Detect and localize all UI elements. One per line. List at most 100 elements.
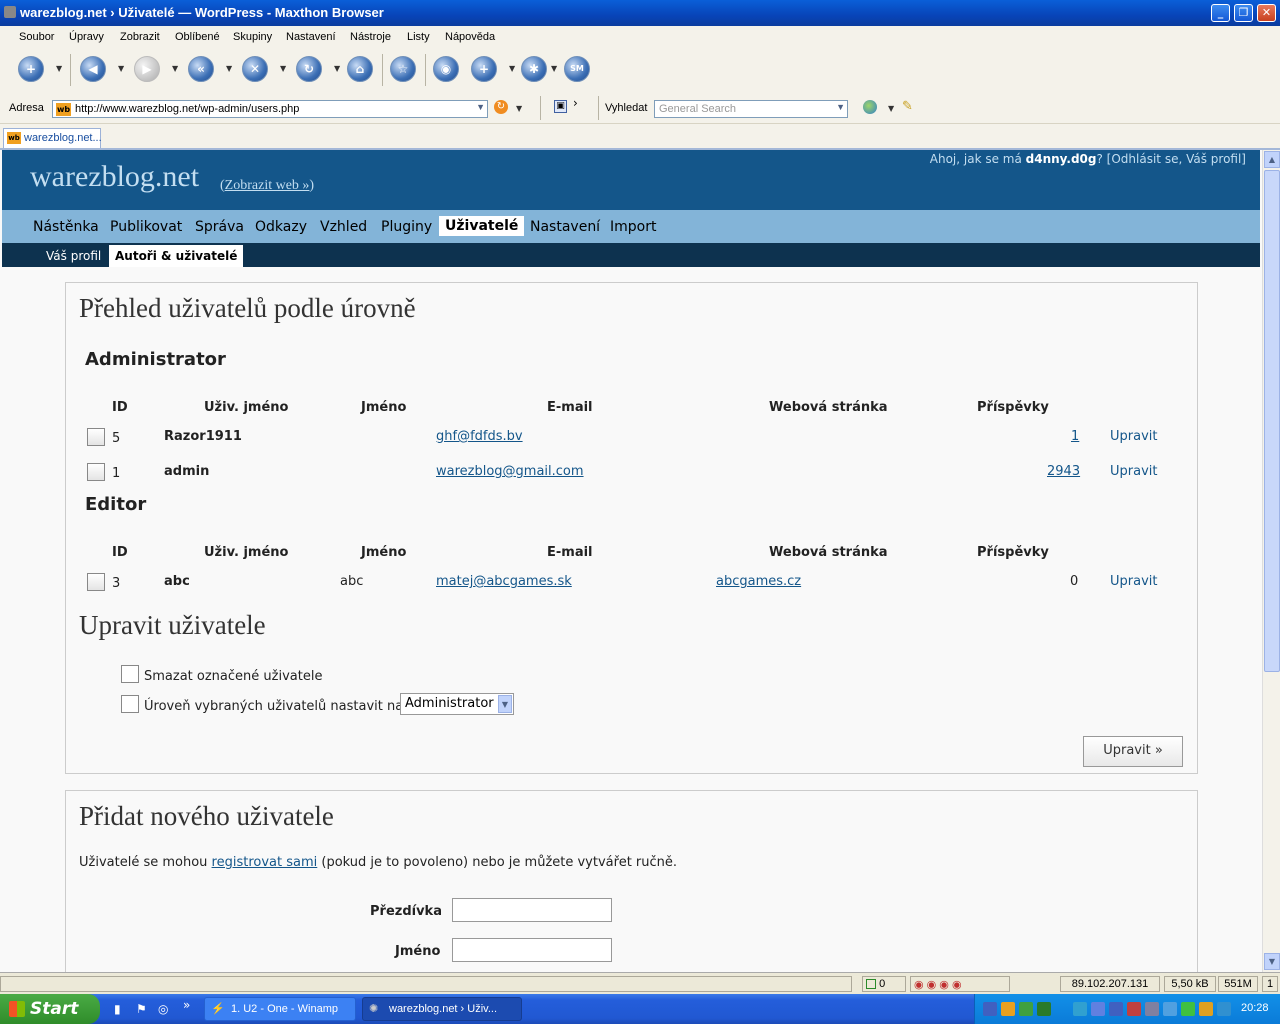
new-tab-dropdown-icon[interactable]: ▼ — [56, 64, 62, 73]
menu-users[interactable]: Uživatelé — [439, 216, 525, 236]
user-website[interactable]: abcgames.cz — [716, 574, 801, 589]
scroll-up-icon[interactable]: ▲ — [1264, 151, 1280, 168]
go-icon[interactable]: ↻ — [494, 100, 508, 114]
set-level-radio[interactable] — [121, 695, 139, 713]
globe-icon[interactable]: ◉ — [433, 56, 459, 82]
menu-plugins[interactable]: Pluginy — [381, 219, 432, 235]
menu-nastroje[interactable]: Nástroje — [350, 31, 391, 43]
tray-icon[interactable] — [1163, 1002, 1177, 1016]
forward-dropdown-icon[interactable]: ▼ — [172, 64, 178, 73]
edit-user-link[interactable]: Upravit — [1110, 429, 1157, 444]
forward-icon[interactable]: ▶ — [134, 56, 160, 82]
view-site-link[interactable]: (Zobrazit web ») — [220, 178, 314, 194]
menu-manage[interactable]: Správa — [195, 219, 244, 235]
tray-icon[interactable] — [1091, 1002, 1105, 1016]
status-icons[interactable]: ◉ ◉ ◉ ◉ — [910, 976, 1010, 992]
tray-icon[interactable] — [1073, 1002, 1087, 1016]
search-input[interactable]: General Search ▼ — [654, 100, 848, 118]
register-link[interactable]: registrovat sami — [212, 855, 318, 870]
highlight-icon[interactable]: ✎ — [902, 99, 913, 114]
tray-icon[interactable] — [1127, 1002, 1141, 1016]
home-icon[interactable]: ⌂ — [347, 56, 373, 82]
user-email[interactable]: ghf@fdfds.bv — [436, 429, 523, 444]
zoom-dropdown-icon[interactable]: ▼ — [509, 64, 515, 73]
menu-presentation[interactable]: Vzhled — [320, 219, 367, 235]
quicklaunch-icon[interactable]: ⚑ — [136, 1002, 147, 1016]
back-icon[interactable]: ◀ — [80, 56, 106, 82]
refresh-dropdown-icon[interactable]: ▼ — [334, 64, 340, 73]
menu-links[interactable]: Odkazy — [255, 219, 307, 235]
name-input[interactable] — [452, 938, 612, 962]
window-titlebar[interactable]: warezblog.net › Uživatelé — WordPress - … — [0, 0, 1280, 26]
level-select[interactable]: Administrator ▼ — [400, 693, 514, 715]
tools-dropdown-icon[interactable]: ▼ — [551, 64, 557, 73]
tray-icon[interactable] — [1199, 1002, 1213, 1016]
submenu-authors-users[interactable]: Autoři & uživatelé — [109, 245, 244, 267]
close-tab-dropdown-icon[interactable]: ▼ — [226, 64, 232, 73]
start-button[interactable]: Start — [0, 994, 100, 1024]
quicklaunch-icon[interactable]: ◎ — [158, 1002, 168, 1016]
bookmark-icon[interactable]: ▣ — [554, 100, 567, 113]
menu-options[interactable]: Nastavení — [530, 219, 600, 235]
user-checkbox[interactable] — [87, 428, 105, 446]
tray-icon[interactable] — [1037, 1002, 1051, 1016]
submenu-your-profile[interactable]: Váš profil — [46, 249, 101, 263]
user-posts[interactable]: 2943 — [1047, 464, 1080, 479]
menu-nastaveni[interactable]: Nastavení — [286, 31, 336, 43]
tray-icon[interactable] — [1181, 1002, 1195, 1016]
browser-tab[interactable]: wb warezblog.net... — [3, 128, 102, 148]
user-posts[interactable]: 1 — [1071, 429, 1079, 444]
nickname-input[interactable] — [452, 898, 612, 922]
update-users-button[interactable]: Upravit » — [1083, 736, 1183, 767]
scroll-thumb[interactable] — [1264, 170, 1280, 672]
taskbar-browser[interactable]: ✺ warezblog.net › Uživ... — [362, 997, 522, 1021]
chevron-right-icon[interactable]: › — [573, 96, 578, 110]
delete-users-radio[interactable] — [121, 665, 139, 683]
address-dropdown-icon[interactable]: ▼ — [476, 102, 485, 112]
edit-user-link[interactable]: Upravit — [1110, 574, 1157, 589]
menu-skupiny[interactable]: Skupiny — [233, 31, 272, 43]
taskbar-winamp[interactable]: ⚡ 1. U2 - One - Winamp — [204, 997, 356, 1021]
tray-icon[interactable] — [1001, 1002, 1015, 1016]
menu-zobrazit[interactable]: Zobrazit — [120, 31, 160, 43]
go-dropdown-icon[interactable]: ▼ — [516, 104, 522, 113]
user-links[interactable]: ? [Odhlásit se, Váš profil] — [1097, 152, 1247, 166]
tray-icon[interactable] — [983, 1002, 997, 1016]
tools-icon[interactable]: ✱ — [521, 56, 547, 82]
tray-icon[interactable] — [1145, 1002, 1159, 1016]
minimize-button[interactable]: _ — [1211, 4, 1230, 22]
sm-icon[interactable]: SM — [564, 56, 590, 82]
chevron-down-icon[interactable]: ▼ — [498, 695, 512, 713]
favorites-icon[interactable]: ☆ — [390, 56, 416, 82]
user-email[interactable]: matej@abcgames.sk — [436, 574, 572, 589]
close-tab-icon[interactable]: « — [188, 56, 214, 82]
zoom-icon[interactable]: + — [471, 56, 497, 82]
menu-soubor[interactable]: Soubor — [19, 31, 54, 43]
back-dropdown-icon[interactable]: ▼ — [118, 64, 124, 73]
refresh-icon[interactable]: ↻ — [296, 56, 322, 82]
search-engine-dropdown-icon[interactable]: ▼ — [888, 104, 894, 113]
menu-upravy[interactable]: Úpravy — [69, 31, 104, 43]
edit-user-link[interactable]: Upravit — [1110, 464, 1157, 479]
tray-icon[interactable] — [1109, 1002, 1123, 1016]
quicklaunch-icon[interactable]: ▮ — [114, 1002, 121, 1016]
vertical-scrollbar[interactable]: ▲ ▼ — [1262, 150, 1280, 972]
menu-write[interactable]: Publikovat — [110, 219, 182, 235]
close-button[interactable]: ✕ — [1257, 4, 1276, 22]
tray-icon[interactable] — [1217, 1002, 1231, 1016]
new-tab-icon[interactable]: + — [18, 56, 44, 82]
search-engine-icon[interactable] — [863, 100, 877, 114]
status-popup-count[interactable]: 0 — [862, 976, 906, 992]
user-checkbox[interactable] — [87, 463, 105, 481]
menu-napoveda[interactable]: Nápověda — [445, 31, 495, 43]
restore-button[interactable]: ❐ — [1234, 4, 1253, 22]
tray-icon[interactable] — [1019, 1002, 1033, 1016]
menu-dashboard[interactable]: Nástěnka — [33, 219, 99, 235]
stop-icon[interactable]: ✕ — [242, 56, 268, 82]
scroll-down-icon[interactable]: ▼ — [1264, 953, 1280, 970]
menu-import[interactable]: Import — [610, 219, 656, 235]
clock[interactable]: 20:28 — [1241, 1002, 1269, 1014]
search-dropdown-icon[interactable]: ▼ — [836, 102, 845, 112]
menu-oblibene[interactable]: Oblíbené — [175, 31, 220, 43]
user-checkbox[interactable] — [87, 573, 105, 591]
